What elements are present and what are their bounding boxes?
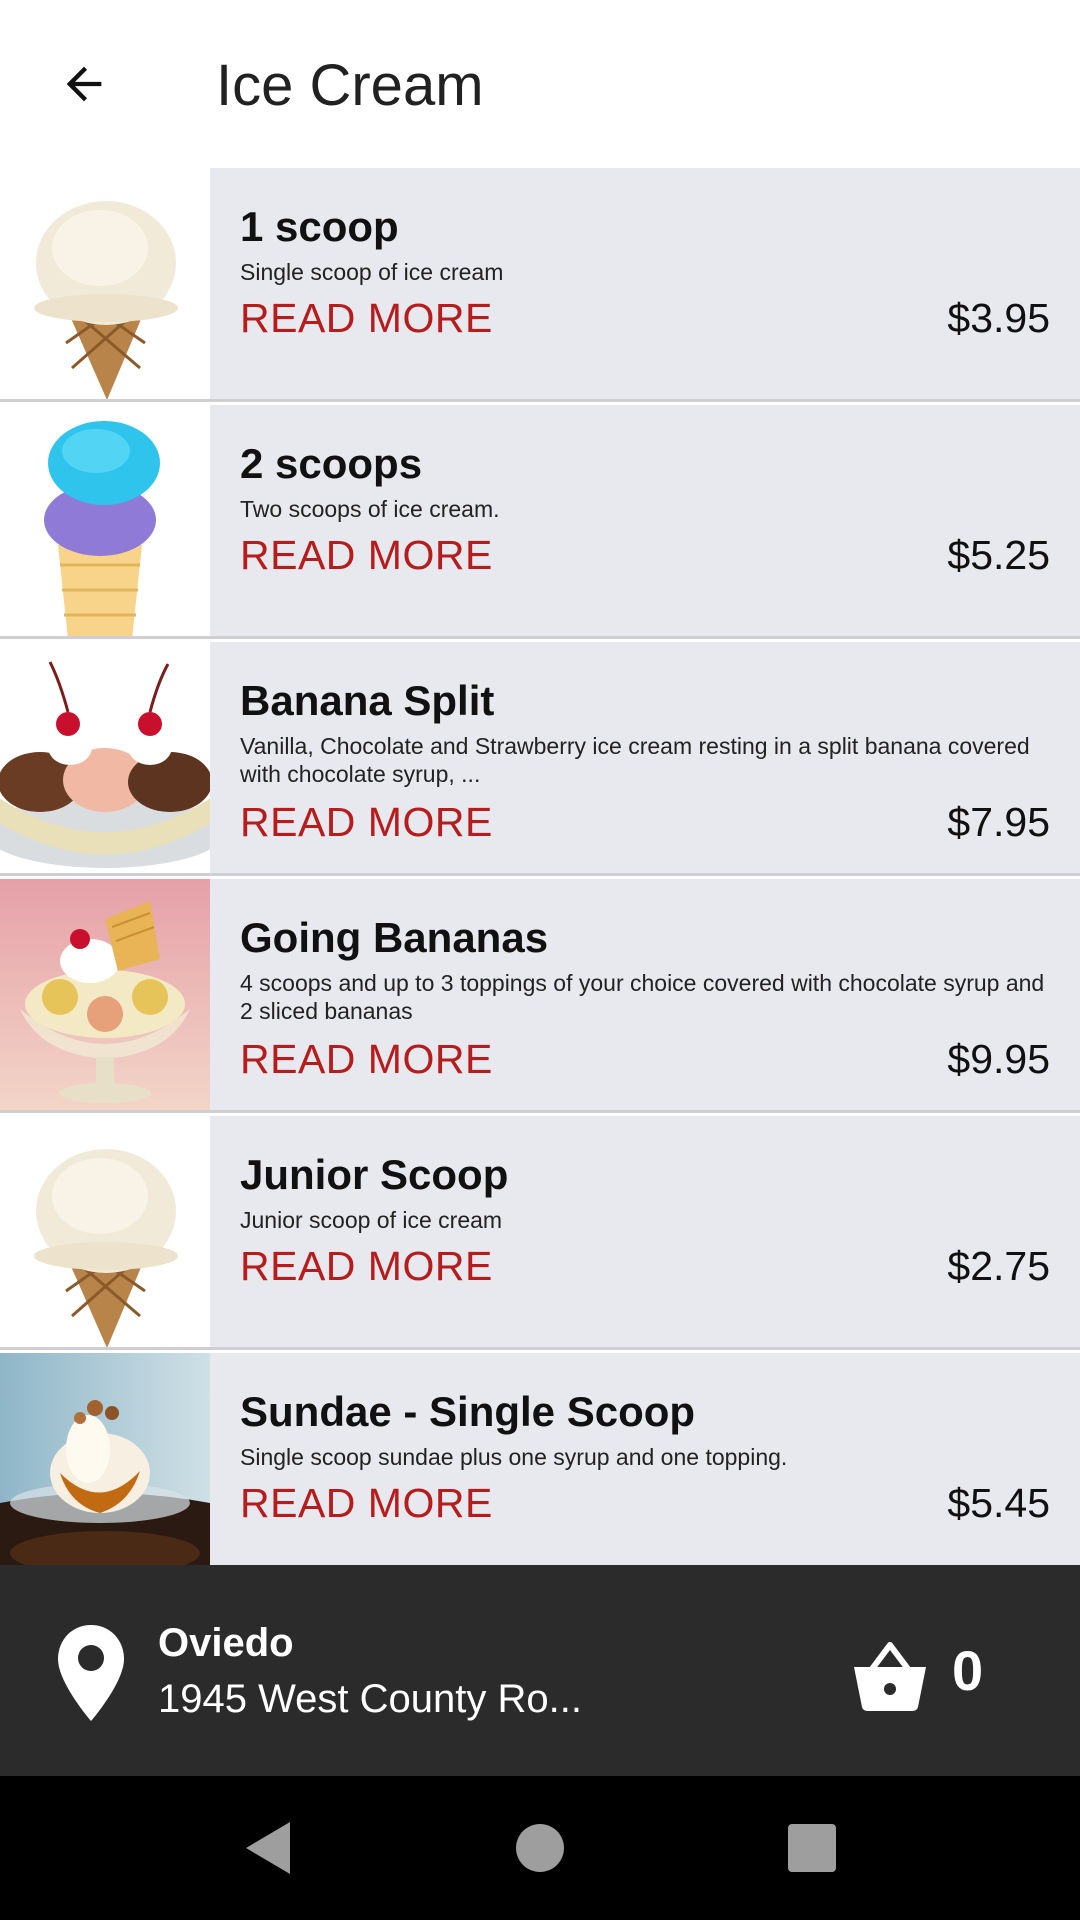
- list-item[interactable]: 2 scoops Two scoops of ice cream. READ M…: [0, 405, 1080, 639]
- item-price: $2.75: [947, 1243, 1050, 1289]
- item-description: 4 scoops and up to 3 toppings of your ch…: [240, 970, 1045, 1024]
- item-description: Two scoops of ice cream.: [240, 496, 500, 522]
- store-footer[interactable]: Oviedo 1945 West County Ro... 0: [0, 1565, 1080, 1776]
- store-address: 1945 West County Ro...: [158, 1677, 582, 1721]
- page-title: Ice Cream: [216, 53, 484, 118]
- map-pin-icon: [58, 1625, 124, 1721]
- nav-recents-icon[interactable]: [782, 1818, 842, 1878]
- item-price: $5.45: [947, 1480, 1050, 1526]
- cart-count: 0: [952, 1639, 984, 1702]
- item-price: $7.95: [947, 799, 1050, 845]
- list-item[interactable]: 1 scoop Single scoop of ice cream READ M…: [0, 168, 1080, 402]
- basket-icon[interactable]: [850, 1635, 930, 1715]
- read-more-link[interactable]: READ MORE: [240, 1479, 493, 1527]
- system-nav-bar: [0, 1776, 1080, 1920]
- item-price: $9.95: [947, 1036, 1050, 1082]
- read-more-link[interactable]: READ MORE: [240, 531, 493, 579]
- product-image: [0, 642, 210, 873]
- read-more-link[interactable]: READ MORE: [240, 1035, 493, 1083]
- read-more-link[interactable]: READ MORE: [240, 294, 493, 342]
- product-image: [0, 168, 210, 399]
- product-image: [0, 879, 210, 1110]
- item-description: Single scoop sundae plus one syrup and o…: [240, 1444, 788, 1470]
- nav-home-icon[interactable]: [510, 1818, 570, 1878]
- product-image: [0, 1116, 210, 1347]
- read-more-link[interactable]: READ MORE: [240, 1242, 493, 1290]
- item-name: 2 scoops: [240, 440, 423, 487]
- item-name: 1 scoop: [240, 203, 399, 250]
- nav-back-icon[interactable]: [238, 1818, 298, 1878]
- product-image: [0, 1353, 210, 1565]
- list-item[interactable]: Sundae - Single Scoop Single scoop sunda…: [0, 1353, 1080, 1565]
- item-name: Junior Scoop: [240, 1151, 509, 1198]
- product-list[interactable]: 1 scoop Single scoop of ice cream READ M…: [0, 168, 1080, 1565]
- item-name: Going Bananas: [240, 914, 549, 961]
- item-description: Single scoop of ice cream: [240, 259, 504, 285]
- item-price: $5.25: [947, 532, 1050, 578]
- item-name: Sundae - Single Scoop: [240, 1388, 696, 1435]
- product-image: [0, 405, 210, 636]
- item-description: Junior scoop of ice cream: [240, 1207, 503, 1233]
- list-item[interactable]: Junior Scoop Junior scoop of ice cream R…: [0, 1116, 1080, 1350]
- app-bar: Ice Cream: [0, 0, 1080, 168]
- item-description: Vanilla, Chocolate and Strawberry ice cr…: [240, 733, 1030, 787]
- item-name: Banana Split: [240, 677, 495, 724]
- store-name: Oviedo: [158, 1621, 294, 1665]
- arrow-left-icon: [66, 66, 102, 102]
- back-button[interactable]: [40, 44, 128, 124]
- list-item[interactable]: Banana Split Vanilla, Chocolate and Stra…: [0, 642, 1080, 876]
- list-item[interactable]: Going Bananas 4 scoops and up to 3 toppi…: [0, 879, 1080, 1113]
- item-price: $3.95: [947, 295, 1050, 341]
- read-more-link[interactable]: READ MORE: [240, 798, 493, 846]
